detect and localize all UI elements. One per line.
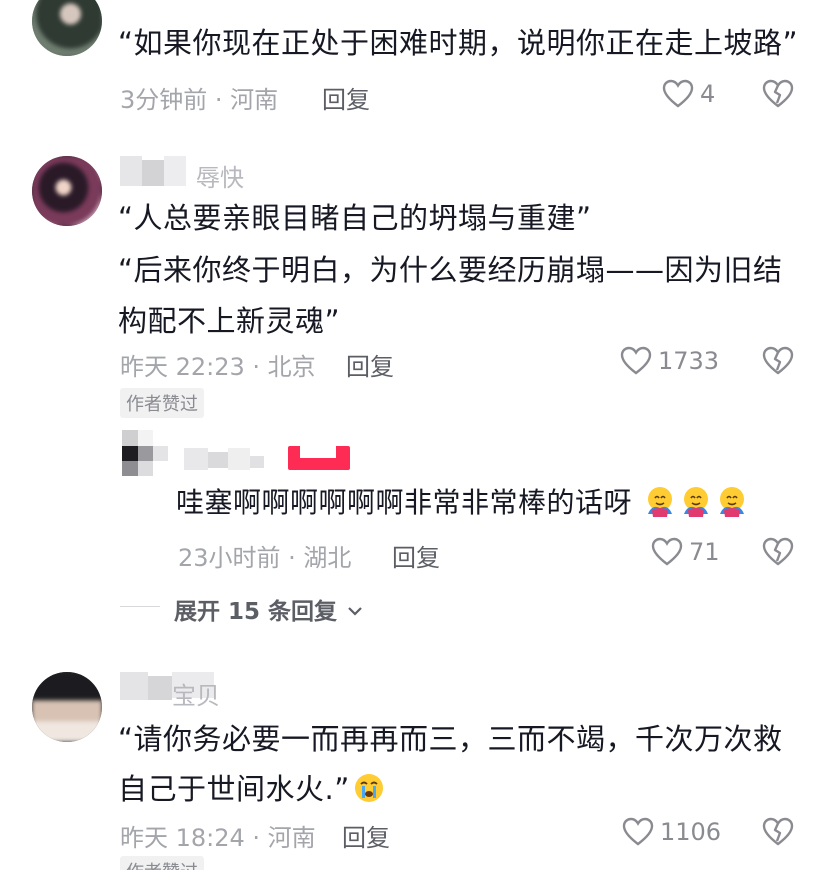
like-count: 71 [689,538,720,566]
like-count: 1733 [658,347,720,375]
comment-meta: 昨天 18:24 · 河南 [120,824,316,852]
reply-button[interactable]: 回复 [346,347,394,382]
comment-meta: 昨天 22:23 · 北京 [120,353,316,381]
comment-text: 自己于世间水火.” [118,766,386,812]
comment-text: “人总要亲眼目睹自己的坍塌与重建” [118,201,592,235]
reply-text: 哇塞啊啊啊啊啊啊非常非常棒的话呀 [176,486,633,519]
username-fragment[interactable]: 辱快 [196,158,244,193]
comment-text: 构配不上新灵魂” [118,304,341,338]
comment-text: “如果你现在正处于困难时期，说明你正在走上坡路” [118,26,799,60]
smiling-face-with-hearts-emoji [684,487,709,517]
heart-icon[interactable] [620,346,652,376]
comment-text-line: 自己于世间水火.” [118,772,350,806]
expand-replies-label: 展开 15 条回复 [174,599,338,625]
reply-button[interactable]: 回复 [392,538,440,573]
smiling-face-with-hearts-emoji [648,487,673,517]
heart-icon[interactable] [651,537,683,567]
smiling-face-with-hearts-emoji [720,487,745,517]
comment-text: 哇塞啊啊啊啊啊啊非常非常棒的话呀 [176,480,749,526]
heart-icon[interactable] [662,79,694,109]
comment-text: “后来你终于明白，为什么要经历崩塌——因为旧结 [118,253,783,287]
author-liked-badge: 作者赞过 [120,856,204,870]
avatar[interactable] [32,156,102,226]
username-mosaic[interactable] [184,446,354,472]
expand-divider [120,606,160,607]
username-fragment[interactable]: 宝贝 [172,676,220,711]
reply-button[interactable]: 回复 [322,80,370,115]
expand-replies-button[interactable]: 展开 15 条回复 [174,592,363,626]
comment-text: “请你务必要一而再再而三，三而不竭，千次万次救 [118,722,783,756]
like-count: 1106 [660,818,722,846]
author-liked-badge: 作者赞过 [120,388,204,418]
username-mosaic[interactable] [120,156,270,188]
avatar[interactable] [122,430,168,476]
dislike-icon[interactable] [762,346,794,376]
comment-meta: 3分钟前 · 河南 [120,86,279,114]
comment-meta: 23小时前 · 湖北 [178,544,352,572]
dislike-icon[interactable] [762,537,794,567]
dislike-icon[interactable] [762,817,794,847]
avatar[interactable] [32,672,102,742]
like-count: 4 [700,80,716,108]
avatar[interactable] [32,0,102,56]
chevron-down-icon [348,607,362,616]
heart-icon[interactable] [622,817,654,847]
dislike-icon[interactable] [762,79,794,109]
crying-face-emoji [354,774,383,802]
reply-button[interactable]: 回复 [342,818,390,853]
